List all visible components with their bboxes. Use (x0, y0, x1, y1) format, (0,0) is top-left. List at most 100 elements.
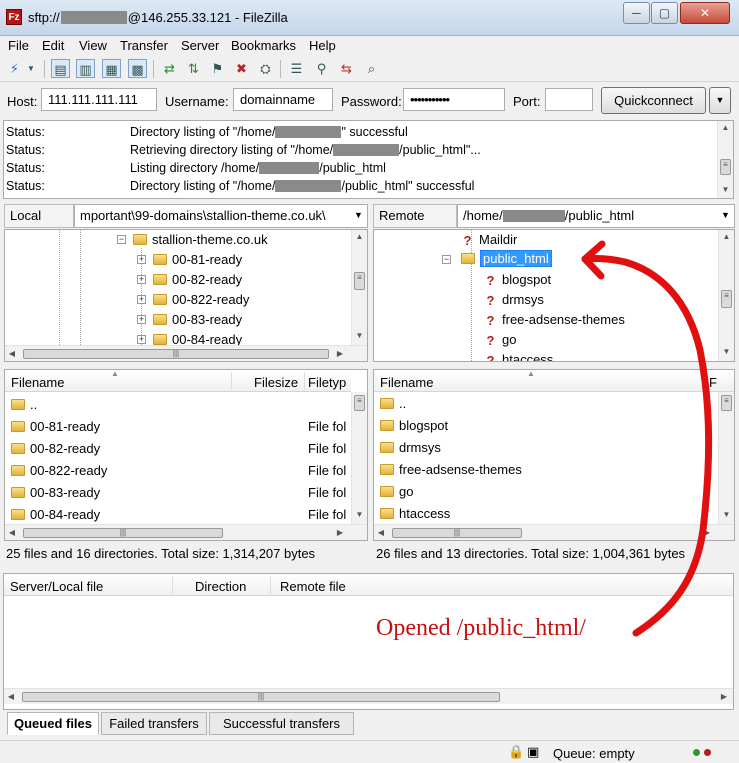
scroll-left-icon[interactable]: ◀ (4, 689, 18, 704)
site-manager-icon[interactable]: ⚡ (5, 59, 24, 78)
table-row[interactable]: 00-81-ready File fol (5, 416, 351, 438)
chevron-down-icon[interactable]: ▼ (354, 210, 363, 220)
column-filetype[interactable]: Filetyp (308, 375, 346, 390)
toggle-queue-icon[interactable]: ▩ (128, 59, 147, 78)
table-row[interactable]: 00-83-ready File fol (5, 482, 351, 504)
scroll-thumb[interactable]: ||| (22, 692, 500, 702)
scroll-thumb[interactable]: ≡ (721, 395, 732, 411)
host-input[interactable]: 111.111.111.111 (41, 88, 157, 111)
directory-filter-icon[interactable]: ☰ (287, 59, 306, 78)
scroll-down-icon[interactable]: ▼ (719, 345, 734, 359)
table-row[interactable]: .. (374, 393, 718, 415)
toggle-local-tree-icon[interactable]: ▥ (76, 59, 95, 78)
scroll-thumb[interactable]: ||| (23, 349, 329, 359)
expand-icon[interactable]: + (137, 295, 146, 304)
column-divider[interactable] (231, 372, 232, 390)
column-remote-file[interactable]: Remote file (280, 579, 346, 594)
scroll-thumb[interactable]: ≡ (354, 395, 365, 411)
menu-view[interactable]: View (79, 38, 107, 53)
scroll-thumb[interactable]: ≡ (720, 159, 731, 175)
scroll-up-icon[interactable]: ▲ (718, 121, 733, 135)
scroll-up-icon[interactable]: ▲ (352, 230, 367, 244)
chevron-down-icon[interactable]: ▼ (721, 210, 730, 220)
expand-icon[interactable]: + (137, 335, 146, 344)
scroll-left-icon[interactable]: ◀ (5, 346, 19, 361)
menu-help[interactable]: Help (309, 38, 336, 53)
menu-file[interactable]: File (8, 38, 29, 53)
toggle-log-icon[interactable]: ▤ (51, 59, 70, 78)
local-list-hscrollbar[interactable]: ◀ ||| ▶ (5, 524, 367, 540)
table-row[interactable]: 00-822-ready File fol (5, 460, 351, 482)
column-direction[interactable]: Direction (195, 579, 246, 594)
column-filesize[interactable]: Filesize (254, 375, 298, 390)
scroll-thumb[interactable]: ≡ (721, 290, 732, 308)
column-filename[interactable]: Filename (11, 375, 64, 390)
compare-icon[interactable]: ⇆ (337, 59, 356, 78)
scroll-down-icon[interactable]: ▼ (719, 508, 734, 522)
local-list-vscrollbar[interactable]: ▲ ≡ ▼ (351, 392, 367, 524)
tree-item[interactable]: ? htaccess (484, 352, 554, 361)
remote-list-vscrollbar[interactable]: ▲ ≡ ▼ (718, 392, 734, 524)
scroll-right-icon[interactable]: ▶ (700, 525, 714, 540)
table-row[interactable]: 00-84-ready File fol (5, 504, 351, 526)
quickconnect-button[interactable]: Quickconnect (601, 87, 706, 114)
quickconnect-dropdown-button[interactable]: ▼ (709, 87, 731, 114)
username-input[interactable]: domainname (233, 88, 333, 111)
scroll-right-icon[interactable]: ▶ (717, 689, 731, 704)
sync-browse-icon[interactable]: ⚲ (312, 59, 331, 78)
collapse-icon[interactable]: − (117, 235, 126, 244)
dropdown-arrow-icon[interactable]: ▼ (25, 59, 37, 78)
collapse-icon[interactable]: − (442, 255, 451, 264)
remote-list-hscrollbar[interactable]: ◀ ||| ▶ (374, 524, 734, 540)
scroll-down-icon[interactable]: ▼ (352, 508, 367, 522)
table-row[interactable]: htaccess (374, 503, 718, 525)
table-row[interactable]: free-adsense-themes (374, 459, 718, 481)
expand-icon[interactable]: + (137, 255, 146, 264)
scroll-right-icon[interactable]: ▶ (333, 346, 347, 361)
tree-item-stallion-theme[interactable]: stallion-theme.co.uk (133, 232, 268, 252)
menu-edit[interactable]: Edit (42, 38, 64, 53)
scroll-right-icon[interactable]: ▶ (333, 525, 347, 540)
scroll-thumb[interactable]: ≡ (354, 272, 365, 290)
expand-icon[interactable]: + (137, 315, 146, 324)
tree-item[interactable]: 00-822-ready (153, 292, 249, 312)
column-divider[interactable] (172, 576, 173, 594)
refresh-icon[interactable]: ⇄ (160, 59, 179, 78)
queue-hscrollbar[interactable]: ◀ ||| ▶ (4, 688, 733, 704)
scroll-down-icon[interactable]: ▼ (718, 183, 733, 197)
tree-item[interactable]: ? blogspot (484, 272, 552, 292)
password-input[interactable]: ••••••••••• (403, 88, 505, 111)
process-queue-icon[interactable]: ⇅ (184, 59, 203, 78)
column-divider[interactable] (704, 372, 705, 390)
tree-item[interactable]: ? drmsys (484, 292, 544, 312)
scroll-left-icon[interactable]: ◀ (374, 525, 388, 540)
minimize-button[interactable]: ─ (623, 2, 650, 24)
table-row[interactable]: 00-82-ready File fol (5, 438, 351, 460)
scroll-thumb[interactable]: ||| (392, 528, 522, 538)
scroll-up-icon[interactable]: ▲ (719, 230, 734, 244)
column-filename[interactable]: Filename (380, 375, 433, 390)
column-filesize[interactable]: F (709, 375, 717, 390)
column-divider[interactable] (304, 372, 305, 390)
table-row[interactable]: .. (5, 394, 351, 416)
port-input[interactable] (545, 88, 593, 111)
tree-item[interactable]: ? go (484, 332, 517, 352)
log-scrollbar[interactable]: ▲ ≡ ▼ (717, 121, 733, 198)
toggle-remote-tree-icon[interactable]: ▦ (102, 59, 121, 78)
flag-icon[interactable]: ⚑ (208, 59, 227, 78)
scroll-left-icon[interactable]: ◀ (5, 525, 19, 540)
search-icon[interactable]: ⌕ (362, 59, 381, 78)
column-server-local-file[interactable]: Server/Local file (10, 579, 103, 594)
tree-item[interactable]: 00-82-ready (153, 272, 242, 292)
remote-tree-vscrollbar[interactable]: ▲ ≡ ▼ (718, 230, 734, 361)
table-row[interactable]: blogspot (374, 415, 718, 437)
local-tree-vscrollbar[interactable]: ▲ ≡ ▼ (351, 230, 367, 345)
menu-transfer[interactable]: Transfer (120, 38, 168, 53)
tab-queued-files[interactable]: Queued files (7, 712, 99, 735)
local-site-path[interactable]: mportant\99-domains\stallion-theme.co.uk… (74, 204, 368, 228)
maximize-button[interactable]: ▢ (651, 2, 678, 24)
table-row[interactable]: go (374, 481, 718, 503)
table-row[interactable]: drmsys (374, 437, 718, 459)
menu-bookmarks[interactable]: Bookmarks (231, 38, 296, 53)
column-divider[interactable] (270, 576, 271, 594)
